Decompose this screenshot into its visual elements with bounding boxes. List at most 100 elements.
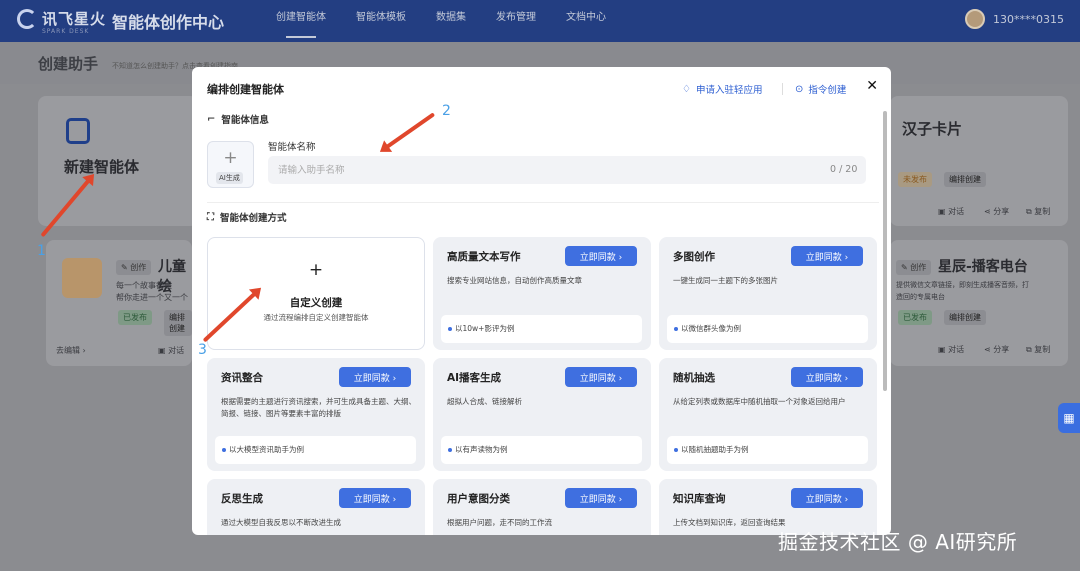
template-example[interactable]: 以大模型资讯助手为例 bbox=[215, 436, 416, 464]
name-char-counter: 0 / 20 bbox=[830, 164, 858, 175]
mode-badge: 编排创建 bbox=[944, 310, 986, 325]
plus-icon: + bbox=[223, 148, 238, 168]
top-bar: 讯飞星火 SPARK DESK 智能体创作中心 创建智能体 智能体模板 数据集 … bbox=[0, 0, 1080, 42]
agent-info-section-title: ⌐ 智能体信息 bbox=[207, 113, 269, 127]
watermark: 掘金技术社区 @ AI研究所 bbox=[778, 530, 1018, 554]
logo-subtext: SPARK DESK bbox=[42, 28, 90, 35]
use-template-button[interactable]: 立即同款 › bbox=[791, 367, 863, 387]
template-name: 反思生成 bbox=[221, 493, 263, 505]
command-create-link[interactable]: ⊙ 指令创建 bbox=[795, 82, 846, 97]
use-template-button[interactable]: 立即同款 › bbox=[339, 367, 411, 387]
agent-tag: ✎ 创作 bbox=[116, 260, 152, 275]
annotation-number-1: 1 bbox=[37, 243, 46, 259]
agent-desc: 每一个故事都是 bbox=[116, 281, 172, 290]
template-desc: 根据需要的主题进行资讯搜索，并可生成具备主题、大纲、简报、链接、图片等要素丰富的… bbox=[221, 397, 416, 418]
template-name: 高质量文本写作 bbox=[447, 251, 521, 263]
app-title: 智能体创作中心 bbox=[112, 13, 225, 32]
modal-title: 编排创建智能体 bbox=[207, 83, 284, 96]
template-example[interactable]: 以随机抽题助手为例 bbox=[667, 436, 868, 464]
share-button[interactable]: ⋖ 分享 bbox=[984, 344, 1009, 355]
template-name: 用户意图分类 bbox=[447, 493, 510, 505]
copy-button[interactable]: ⧉ 复制 bbox=[1026, 206, 1050, 217]
custom-create-desc: 通过流程编排自定义创建智能体 bbox=[263, 313, 369, 322]
template-name: 知识库查询 bbox=[673, 493, 726, 505]
new-agent-card[interactable]: 新建智能体 bbox=[38, 96, 198, 226]
annotation-number-2: 2 bbox=[442, 103, 451, 119]
nav-item-agent-templates[interactable]: 智能体模板 bbox=[356, 0, 406, 42]
create-agent-modal: 编排创建智能体 ♢ 申请入驻轻应用 ⊙ 指令创建 ✕ ⌐ 智能体信息 + AI生… bbox=[192, 67, 891, 535]
agent-desc: 造回的专属电台 bbox=[896, 293, 945, 301]
apply-light-app-link[interactable]: ♢ 申请入驻轻应用 bbox=[682, 82, 762, 97]
close-icon[interactable]: ✕ bbox=[866, 78, 878, 94]
use-template-button[interactable]: 立即同款 › bbox=[565, 367, 637, 387]
spark-logo-icon bbox=[17, 8, 37, 29]
template-card[interactable]: 随机抽选 立即同款 › 从给定列表或数据库中随机抽取一个对象返回给用户 以随机抽… bbox=[659, 358, 877, 471]
template-desc: 根据用户问题，走不同的工作流 bbox=[447, 518, 552, 527]
nav-item-publish[interactable]: 发布管理 bbox=[496, 0, 536, 42]
status-badge: 已发布 bbox=[898, 310, 932, 325]
nav-item-create-agent[interactable]: 创建智能体 bbox=[276, 0, 326, 42]
template-name: 多图创作 bbox=[673, 251, 715, 263]
annotation-number-3: 3 bbox=[198, 342, 207, 358]
chat-button[interactable]: ▣ 对话 bbox=[938, 344, 964, 355]
header-divider bbox=[782, 83, 783, 95]
plus-icon: + bbox=[308, 260, 324, 280]
main-nav: 创建智能体 智能体模板 数据集 发布管理 文档中心 bbox=[276, 0, 636, 42]
template-card[interactable]: 多图创作 立即同款 › 一键生成同一主题下的多张图片 以微信群头像为例 bbox=[659, 237, 877, 350]
agent-tag: ✎ 创作 bbox=[896, 260, 932, 275]
agent-name-label: 智能体名称 bbox=[268, 142, 316, 153]
chat-button[interactable]: ▣ 对话 bbox=[158, 345, 184, 356]
new-agent-label: 新建智能体 bbox=[64, 158, 140, 176]
template-desc: 搜索专业网站信息，自动创作高质量文章 bbox=[447, 276, 582, 285]
go-edit-link[interactable]: 去编辑 › bbox=[56, 345, 86, 356]
agent-name-input[interactable] bbox=[268, 156, 866, 184]
template-desc: 超拟人合成、链接解析 bbox=[447, 397, 522, 406]
template-example[interactable]: 以有声读物为例 bbox=[441, 436, 642, 464]
mode-badge: 编排创建 bbox=[164, 310, 192, 336]
bracket-icon: ⌐ bbox=[207, 113, 216, 125]
nav-item-docs[interactable]: 文档中心 bbox=[566, 0, 606, 42]
app-logo[interactable]: 讯飞星火 SPARK DESK bbox=[17, 8, 107, 35]
use-template-button[interactable]: 立即同款 › bbox=[565, 488, 637, 508]
avatar-upload[interactable]: + AI生成 bbox=[207, 141, 254, 188]
agent-card-2[interactable]: 汉子卡片 未发布 编排创建 ▣ 对话 ⋖ 分享 ⧉ 复制 bbox=[890, 96, 1068, 226]
use-template-button[interactable]: 立即同款 › bbox=[791, 488, 863, 508]
diamond-icon: ♢ bbox=[682, 83, 691, 95]
template-desc: 从给定列表或数据库中随机抽取一个对象返回给用户 bbox=[673, 397, 846, 406]
template-example[interactable]: 以微信群头像为例 bbox=[667, 315, 868, 343]
mode-badge: 编排创建 bbox=[944, 172, 986, 187]
template-card[interactable]: 用户意图分类 立即同款 › 根据用户问题，走不同的工作流 bbox=[433, 479, 651, 535]
create-method-section-title: ⛶ 智能体创建方式 bbox=[207, 211, 287, 225]
template-card[interactable]: 高质量文本写作 立即同款 › 搜索专业网站信息，自动创作高质量文章 以10w+影… bbox=[433, 237, 651, 350]
page-title: 创建助手 bbox=[38, 55, 99, 73]
agent-card-3[interactable]: ✎ 创作 星辰-播客电台 提供微信文章链接，即刻生成播客音频，打 造回的专属电台… bbox=[890, 240, 1068, 366]
avatar bbox=[965, 9, 985, 29]
agent-desc: 帮你走进一个又一个 bbox=[116, 293, 188, 302]
user-menu[interactable]: 130****0315 bbox=[965, 9, 1064, 29]
status-badge: 已发布 bbox=[118, 310, 152, 325]
template-card[interactable]: AI播客生成 立即同款 › 超拟人合成、链接解析 以有声读物为例 bbox=[433, 358, 651, 471]
agent-hexagon-icon bbox=[66, 118, 90, 144]
modal-scrollbar[interactable] bbox=[883, 111, 887, 391]
template-example[interactable]: 以10w+影评为例 bbox=[441, 315, 642, 343]
agent-name: 星辰-播客电台 bbox=[938, 259, 1028, 275]
custom-create-card[interactable]: + 自定义创建 通过流程编排自定义创建智能体 bbox=[207, 237, 425, 350]
copy-button[interactable]: ⧉ 复制 bbox=[1026, 344, 1050, 355]
use-template-button[interactable]: 立即同款 › bbox=[565, 246, 637, 266]
use-template-button[interactable]: 立即同款 › bbox=[339, 488, 411, 508]
template-grid: + 自定义创建 通过流程编排自定义创建智能体 高质量文本写作 立即同款 › 搜索… bbox=[207, 237, 877, 535]
logo-text: 讯飞星火 bbox=[42, 10, 107, 28]
agent-avatar bbox=[62, 258, 102, 298]
use-template-button[interactable]: 立即同款 › bbox=[791, 246, 863, 266]
nav-item-datasets[interactable]: 数据集 bbox=[436, 0, 466, 42]
qr-code-icon[interactable]: ▦ bbox=[1058, 403, 1080, 433]
agent-desc: 提供微信文章链接，即刻生成播客音频，打 bbox=[896, 281, 1029, 289]
share-button[interactable]: ⋖ 分享 bbox=[984, 206, 1009, 217]
template-card[interactable]: 资讯整合 立即同款 › 根据需要的主题进行资讯搜索，并可生成具备主题、大纲、简报… bbox=[207, 358, 425, 471]
template-card[interactable]: 反思生成 立即同款 › 通过大模型自我反思以不断改进生成 bbox=[207, 479, 425, 535]
template-name: 资讯整合 bbox=[221, 372, 263, 384]
template-desc: 通过大模型自我反思以不断改进生成 bbox=[221, 518, 341, 527]
ai-generate-button[interactable]: AI生成 bbox=[216, 172, 243, 184]
agent-name: 汉子卡片 bbox=[902, 120, 963, 138]
chat-button[interactable]: ▣ 对话 bbox=[938, 206, 964, 217]
